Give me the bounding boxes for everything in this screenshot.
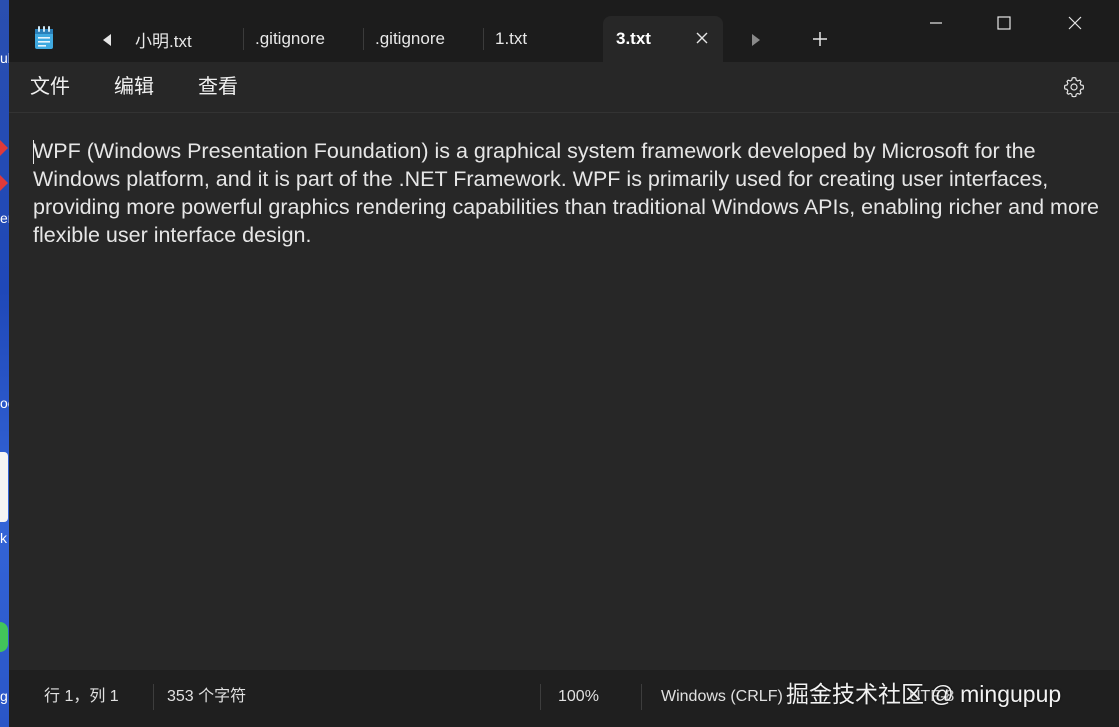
desktop-icon-white xyxy=(0,452,8,522)
desktop-label-fragment: k xyxy=(0,530,7,546)
tab-gitignore[interactable]: .gitignore xyxy=(245,16,363,62)
status-divider xyxy=(153,684,154,710)
close-window-icon[interactable] xyxy=(1052,6,1098,40)
tab-divider xyxy=(483,28,484,50)
line-ending[interactable]: Windows (CRLF) xyxy=(661,686,783,708)
desktop-icon-red xyxy=(0,175,8,191)
tab-gitignore-2[interactable]: .gitignore xyxy=(365,16,483,62)
plus-icon[interactable] xyxy=(807,26,833,52)
desktop-label-fragment: g xyxy=(0,688,8,704)
gear-icon[interactable] xyxy=(1061,74,1087,100)
tab-divider xyxy=(243,28,244,50)
menu-file[interactable]: 文件 xyxy=(30,74,70,100)
status-bar: 行 1，列 1 353 个字符 100% Windows (CRLF) UTF-… xyxy=(9,670,1119,727)
minimize-icon[interactable] xyxy=(913,6,959,40)
character-count: 353 个字符 xyxy=(167,688,247,705)
tab-label: .gitignore xyxy=(255,29,325,48)
watermark: 掘金技术社区 @ mingupup xyxy=(786,681,1062,707)
tab-label: 小明.txt xyxy=(135,31,192,51)
maximize-icon[interactable] xyxy=(981,6,1027,40)
tab-xiaoming-txt[interactable]: 小明.txt xyxy=(125,16,243,62)
tab-1-txt[interactable]: 1.txt xyxy=(485,16,603,62)
tab-divider xyxy=(363,28,364,50)
tab-label: 1.txt xyxy=(495,29,528,48)
title-bar: 小明.txt .gitignore .gitignore 1.txt 3.txt xyxy=(9,0,1119,62)
tab-label: .gitignore xyxy=(375,29,445,48)
caret-right-icon[interactable] xyxy=(744,28,768,52)
cursor-position: 行 1，列 1 xyxy=(44,688,119,705)
zoom-level[interactable]: 100% xyxy=(558,686,599,708)
desktop-icon-red xyxy=(0,140,8,156)
status-divider xyxy=(540,684,541,710)
notepad-icon xyxy=(34,26,54,50)
editor-content[interactable]: WPF (Windows Presentation Foundation) is… xyxy=(33,137,1113,249)
close-icon[interactable] xyxy=(691,27,713,49)
menu-view[interactable]: 查看 xyxy=(198,74,238,100)
menu-bar: 文件 编辑 查看 xyxy=(9,62,1119,112)
desktop-icon-green xyxy=(0,622,8,652)
menu-edit[interactable]: 编辑 xyxy=(114,74,154,100)
status-divider xyxy=(641,684,642,710)
notepad-window: 小明.txt .gitignore .gitignore 1.txt 3.txt xyxy=(9,0,1119,727)
caret-left-icon[interactable] xyxy=(95,28,119,52)
tab-label: 3.txt xyxy=(616,29,651,48)
tab-3-txt[interactable]: 3.txt xyxy=(603,16,723,62)
text-editor[interactable]: WPF (Windows Presentation Foundation) is… xyxy=(9,112,1119,671)
